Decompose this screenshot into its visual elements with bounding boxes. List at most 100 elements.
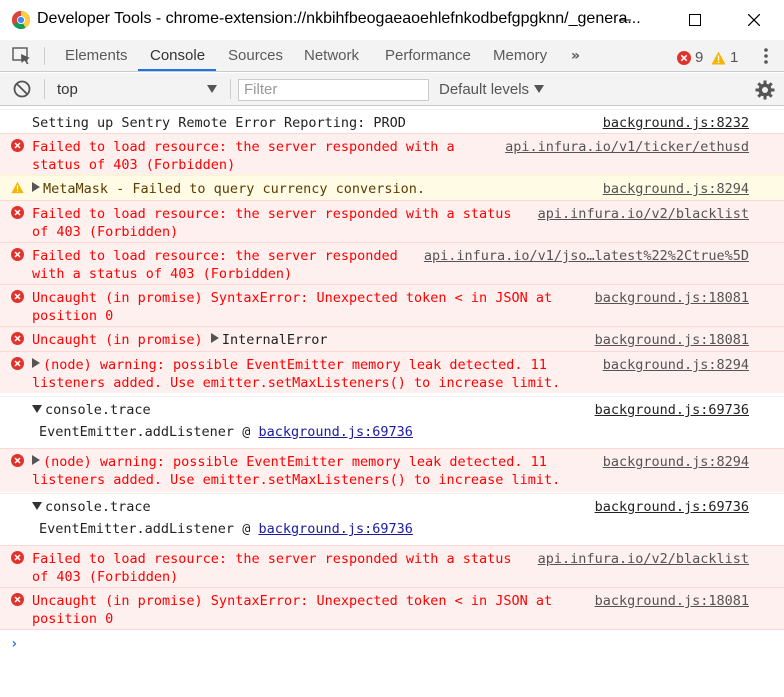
console-message: Failed to load resource: the server resp… [0,200,784,242]
console-trace-message: console.trace background.js:69736 EventE… [0,493,784,545]
console-message: Uncaught (in promise) InternalError back… [0,326,784,351]
clear-console-icon[interactable] [13,80,31,98]
devtools-tab-bar: Elements Console Sources Network Perform… [0,40,784,72]
close-icon [748,14,760,26]
tab-memory[interactable]: Memory [493,40,547,72]
stack-frame-link[interactable]: background.js:69736 [258,424,412,440]
filter-input[interactable]: Filter [238,79,429,101]
message-text: (node) warning: possible EventEmitter me… [32,454,561,488]
error-icon [11,290,24,303]
tab-separator [44,47,45,65]
tab-elements[interactable]: Elements [65,40,128,72]
warning-icon [711,51,726,64]
message-source-link[interactable]: background.js:8294 [603,453,749,471]
expand-arrow-icon[interactable] [32,182,40,192]
context-selector[interactable]: top [57,73,78,106]
chrome-logo-icon [12,11,30,29]
console-prompt[interactable]: › [10,636,18,652]
message-source-link[interactable]: api.infura.io/v1/ticker/ethusd [505,138,749,156]
error-icon [11,357,24,370]
error-count: 9 [695,49,704,66]
stack-frame: EventEmitter.addListener @ background.js… [39,424,413,440]
message-source-link[interactable]: api.infura.io/v2/blacklist [538,205,749,223]
more-options-icon[interactable] [758,46,774,66]
warning-count-badge[interactable]: 1 [711,49,738,66]
warning-count: 1 [730,49,739,66]
message-text: (node) warning: possible EventEmitter me… [32,357,561,391]
console-message: Failed to load resource: the server resp… [0,242,784,284]
expand-arrow-icon[interactable] [32,358,40,368]
message-text: Failed to load resource: the server resp… [32,139,455,173]
collapse-arrow-icon[interactable] [32,405,42,413]
more-tabs-button[interactable]: » [571,40,580,72]
console-message: Failed to load resource: the server resp… [0,133,784,175]
tab-network[interactable]: Network [304,40,359,72]
inspect-element-icon[interactable] [12,47,32,65]
stack-frame-link[interactable]: background.js:69736 [258,521,412,537]
stack-frame: EventEmitter.addListener @ background.js… [39,521,413,537]
message-source-link[interactable]: api.infura.io/v2/blacklist [538,550,749,568]
expand-arrow-icon[interactable] [210,333,219,343]
context-dropdown-icon[interactable] [207,85,217,93]
error-object[interactable]: InternalError [222,332,328,348]
message-source-link[interactable]: api.infura.io/v1/jso…latest%22%2Ctrue%5D [424,247,749,265]
console-message: Failed to load resource: the server resp… [0,545,784,587]
console-toolbar: top Filter Default levels [0,73,784,106]
stack-frame-function: EventEmitter.addListener [39,424,235,440]
message-text: console.trace [45,499,151,515]
console-message: Uncaught (in promise) SyntaxError: Unexp… [0,284,784,326]
expand-arrow-icon[interactable] [32,455,40,465]
toolbar-separator [230,79,231,99]
tab-console[interactable]: Console [150,40,205,72]
tab-sources[interactable]: Sources [228,40,283,72]
console-message: (node) warning: possible EventEmitter me… [0,448,784,492]
message-source-link[interactable]: background.js:8232 [603,114,749,132]
message-text: Failed to load resource: the server resp… [32,551,512,585]
message-text: Failed to load resource: the server resp… [32,248,398,282]
console-messages: Setting up Sentry Remote Error Reporting… [0,107,784,697]
error-icon [11,332,24,345]
message-source-link[interactable]: background.js:8294 [603,180,749,198]
error-icon [11,454,24,467]
warning-icon [11,181,24,194]
active-tab-indicator [138,69,216,71]
title-bar: Developer Tools - chrome-extension://nkb… [0,0,784,40]
tab-performance[interactable]: Performance [385,40,471,72]
error-icon [677,50,691,65]
console-trace-message: console.trace background.js:69736 EventE… [0,396,784,448]
message-text: MetaMask - Failed to query currency conv… [43,181,426,197]
levels-dropdown-icon[interactable] [534,85,544,93]
message-text: Uncaught (in promise) [32,332,211,348]
message-divider [0,629,784,630]
error-icon [11,551,24,564]
window-title: Developer Tools - chrome-extension://nkb… [37,10,641,27]
error-count-badge[interactable]: 9 [677,49,703,66]
message-text: Failed to load resource: the server resp… [32,206,512,240]
error-icon [11,139,24,152]
log-levels-dropdown[interactable]: Default levels [439,73,529,106]
error-icon [11,248,24,261]
error-icon [11,206,24,219]
message-source-link[interactable]: background.js:18081 [595,331,749,349]
gear-icon[interactable] [755,80,775,100]
message-row: console.trace [32,498,151,516]
message-source-link[interactable]: background.js:8294 [603,356,749,374]
message-source-link[interactable]: background.js:69736 [595,498,749,516]
message-source-link[interactable]: background.js:18081 [595,592,749,610]
maximize-icon [689,14,701,26]
message-source-link[interactable]: background.js:69736 [595,401,749,419]
message-text: Uncaught (in promise) SyntaxError: Unexp… [32,290,553,324]
maximize-button[interactable] [672,0,718,40]
close-button[interactable] [731,0,777,40]
minimize-button[interactable] [602,0,648,40]
console-message: (node) warning: possible EventEmitter me… [0,351,784,393]
console-message: MetaMask - Failed to query currency conv… [0,175,784,200]
collapse-arrow-icon[interactable] [32,502,42,510]
minimize-icon [619,19,631,21]
error-icon [11,593,24,606]
message-text: Setting up Sentry Remote Error Reporting… [32,115,406,131]
stack-frame-function: EventEmitter.addListener [39,521,235,537]
message-source-link[interactable]: background.js:18081 [595,289,749,307]
message-text: Uncaught (in promise) SyntaxError: Unexp… [32,593,553,627]
message-row: (node) warning: possible EventEmitter me… [32,356,560,392]
